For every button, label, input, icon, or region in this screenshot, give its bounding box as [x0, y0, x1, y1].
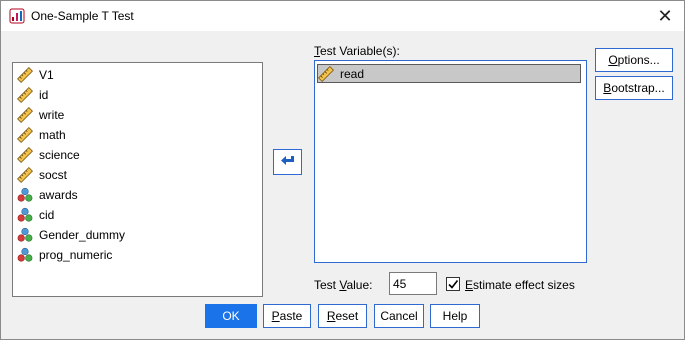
list-item-label: science	[39, 147, 80, 162]
nominal-icon	[17, 187, 33, 203]
scale-ruler-icon	[17, 126, 33, 143]
list-item[interactable]: socst	[17, 165, 67, 184]
nominal-icon	[17, 247, 33, 263]
scale-ruler-icon	[17, 146, 33, 163]
test-value-label-post: alue:	[346, 278, 373, 292]
ok-button[interactable]: OK	[205, 304, 257, 328]
scale-ruler-icon	[318, 65, 334, 82]
list-item-label: Gender_dummy	[39, 227, 126, 242]
spss-app-icon	[9, 8, 25, 24]
effect-sizes-label-key: E	[465, 278, 474, 292]
paste-label-post: aste	[279, 309, 303, 323]
list-item[interactable]: write	[17, 105, 64, 124]
test-variables-label-post: est Variable(s):	[320, 44, 400, 58]
list-item-label: id	[39, 87, 49, 102]
move-variable-button[interactable]	[273, 149, 302, 175]
list-item[interactable]: prog_numeric	[17, 245, 112, 264]
test-variables-list[interactable]: read	[314, 60, 587, 263]
list-item[interactable]: awards	[17, 185, 78, 204]
test-value-label: Test Value:	[314, 278, 373, 292]
list-item-label: read	[340, 66, 365, 81]
list-item[interactable]: Gender_dummy	[17, 225, 125, 244]
one-sample-t-test-dialog: One-Sample T Test ✕ V1 id write math science…	[0, 0, 685, 340]
cancel-button[interactable]: Cancel	[374, 304, 424, 328]
checkmark-icon	[448, 280, 459, 289]
paste-button[interactable]: Paste	[263, 304, 311, 328]
nominal-icon	[17, 207, 33, 223]
title-bar: One-Sample T Test ✕	[1, 1, 684, 31]
scale-ruler-icon	[17, 166, 33, 183]
estimate-effect-sizes-checkbox[interactable]	[446, 277, 460, 291]
test-variables-label: Test Variable(s):	[314, 44, 400, 58]
scale-ruler-icon	[17, 66, 33, 83]
source-variable-list[interactable]: V1 id write math science socst awards cid Gender…	[12, 62, 263, 297]
scale-ruler-icon	[17, 106, 33, 123]
list-item[interactable]: V1	[17, 65, 54, 84]
list-item-label: V1	[39, 67, 54, 82]
effect-sizes-label-post: stimate effect sizes	[473, 278, 575, 292]
list-item[interactable]: cid	[17, 205, 54, 224]
list-item[interactable]: read	[317, 64, 581, 83]
options-button[interactable]: Options...	[595, 48, 673, 72]
options-label-post: ptions...	[617, 53, 660, 67]
test-value-input[interactable]	[389, 272, 437, 295]
help-button[interactable]: Help	[430, 304, 480, 328]
window-title: One-Sample T Test	[31, 9, 134, 23]
scale-ruler-icon	[17, 86, 33, 103]
list-item-label: write	[39, 107, 65, 122]
list-item-label: prog_numeric	[39, 247, 113, 262]
list-item[interactable]: math	[17, 125, 66, 144]
bootstrap-label-post: ootstrap...	[611, 81, 665, 95]
arrow-left-icon	[280, 154, 296, 171]
nominal-icon	[17, 227, 33, 243]
estimate-effect-sizes-label[interactable]: Estimate effect sizes	[465, 278, 575, 292]
paste-label-key: P	[271, 309, 280, 323]
list-item-label: math	[39, 127, 66, 142]
list-item-label: cid	[39, 207, 55, 222]
list-item-label: socst	[39, 167, 68, 182]
options-label-key: O	[608, 53, 618, 67]
list-item[interactable]: science	[17, 145, 80, 164]
close-icon[interactable]: ✕	[654, 5, 676, 27]
reset-button[interactable]: Reset	[318, 304, 367, 328]
list-item-label: awards	[39, 187, 78, 202]
bootstrap-button[interactable]: Bootstrap...	[595, 76, 673, 100]
reset-label-post: eset	[335, 309, 359, 323]
list-item[interactable]: id	[17, 85, 48, 104]
test-value-label-pre: Test	[314, 278, 340, 292]
